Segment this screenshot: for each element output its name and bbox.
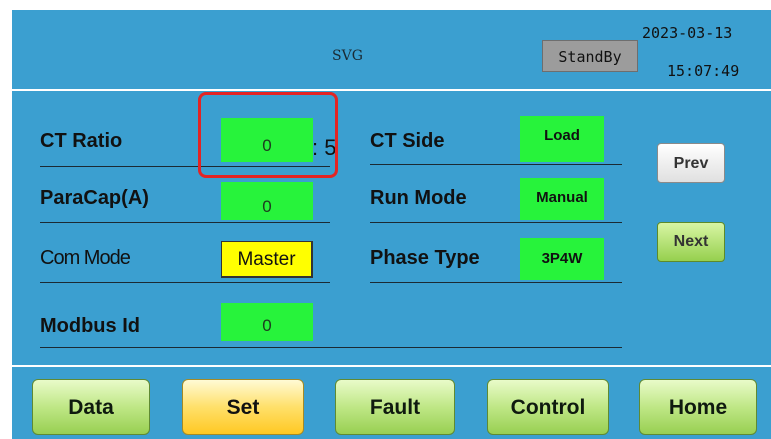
run-mode-select[interactable]: Manual	[520, 178, 604, 220]
nav-data-button[interactable]: Data	[32, 379, 150, 435]
phase-type-label: Phase Type	[370, 247, 480, 269]
status-badge: StandBy	[542, 40, 638, 72]
com-mode-select[interactable]: Master	[221, 241, 313, 278]
row-divider	[370, 282, 622, 283]
row-divider	[40, 222, 330, 223]
highlight-box	[198, 92, 338, 178]
hmi-screen: SVG StandBy 2023-03-13 15:07:49 CT Ratio…	[12, 10, 771, 439]
paracap-input[interactable]: 0	[221, 182, 313, 220]
date-display: 2023-03-13	[642, 24, 733, 42]
prev-button[interactable]: Prev	[657, 143, 725, 183]
modbus-id-input[interactable]: 0	[221, 303, 313, 341]
modbus-id-label: Modbus Id	[40, 315, 140, 337]
ct-side-select[interactable]: Load	[520, 116, 604, 162]
paracap-label: ParaCap(A)	[40, 187, 149, 209]
nav-home-button[interactable]: Home	[639, 379, 757, 435]
ct-side-label: CT Side	[370, 130, 445, 152]
next-button[interactable]: Next	[657, 222, 725, 262]
phase-type-select[interactable]: 3P4W	[520, 238, 604, 280]
header-divider	[12, 89, 771, 91]
run-mode-label: Run Mode	[370, 187, 467, 209]
nav-control-button[interactable]: Control	[487, 379, 609, 435]
row-divider	[370, 222, 622, 223]
time-display: 15:07:49	[667, 62, 740, 80]
nav-divider	[12, 365, 771, 367]
row-divider	[370, 164, 622, 165]
row-divider	[40, 282, 330, 283]
page-title: SVG	[332, 48, 363, 64]
row-divider	[40, 347, 622, 348]
nav-set-button[interactable]: Set	[182, 379, 304, 435]
ct-ratio-label: CT Ratio	[40, 130, 123, 152]
com-mode-label: Com Mode	[40, 247, 131, 269]
nav-fault-button[interactable]: Fault	[335, 379, 455, 435]
